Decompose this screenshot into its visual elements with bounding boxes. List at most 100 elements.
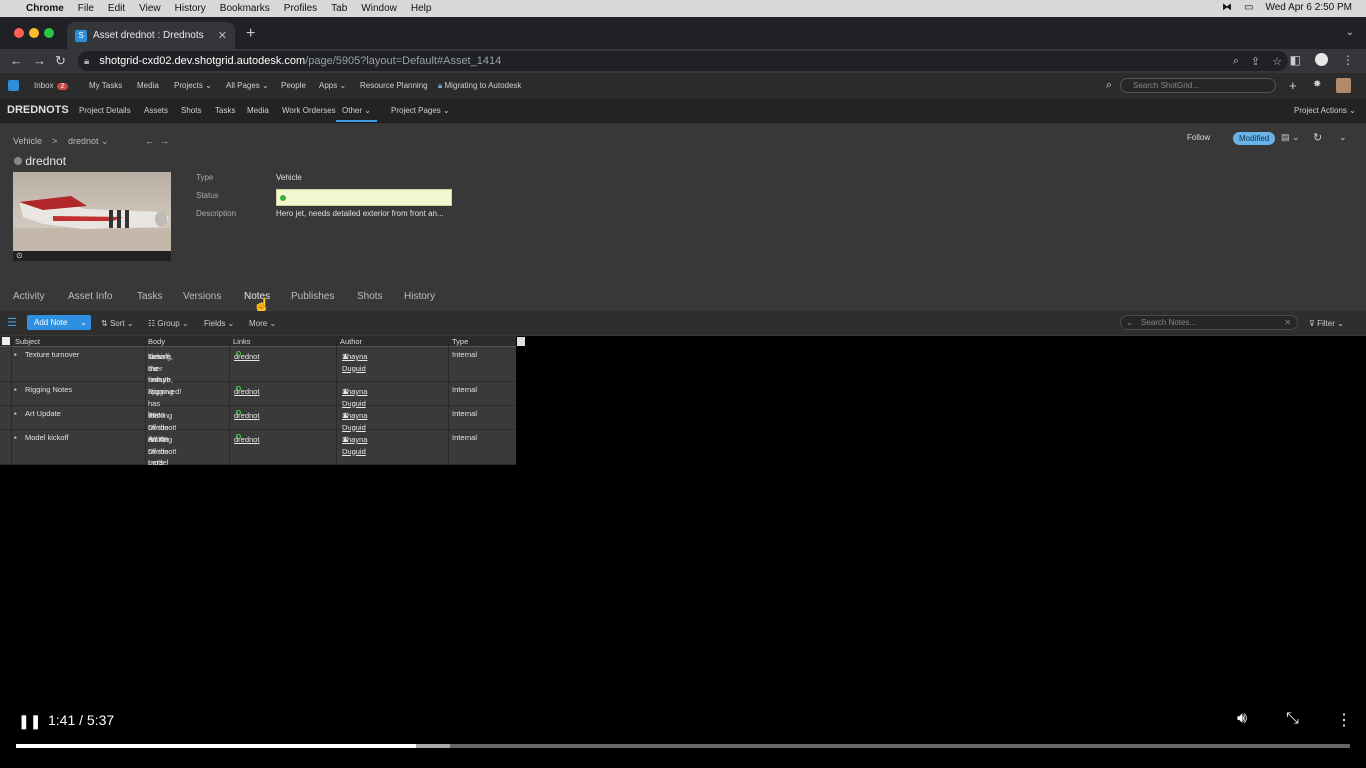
add-icon[interactable]: + (1289, 78, 1297, 93)
airplay-icon[interactable]: ⧓ (1222, 2, 1232, 13)
note-subject[interactable]: Texture turnover (25, 349, 79, 361)
note-type[interactable]: Internal (452, 408, 477, 420)
select-all-checkbox[interactable] (2, 337, 10, 345)
chevron-down-icon[interactable]: ⌄ (80, 315, 87, 330)
note-type[interactable]: Internal (452, 384, 477, 396)
lock-icon[interactable]: 🔒︎ (84, 56, 89, 67)
col-type[interactable]: Type (452, 337, 468, 346)
notifications-icon[interactable]: ✸ (1313, 79, 1321, 90)
pnav-shots[interactable]: Shots (181, 106, 201, 115)
tab-shots[interactable]: Shots (357, 291, 383, 302)
zoom-window-button[interactable] (44, 28, 54, 38)
list-view-icon[interactable]: ☰ (7, 316, 17, 329)
pnav-assets[interactable]: Assets (144, 106, 168, 115)
more-options-icon[interactable]: ⋮ (1336, 710, 1352, 730)
previous-arrow-icon[interactable]: ← (145, 136, 154, 146)
exit-fullscreen-icon[interactable]: ⤡ (1286, 710, 1299, 728)
breadcrumb-entity[interactable]: Vehicle (13, 136, 42, 146)
pnav-tasks[interactable]: Tasks (215, 106, 235, 115)
col-subject[interactable]: Subject (15, 337, 40, 346)
menu-help[interactable]: Help (411, 3, 432, 14)
clear-search-icon[interactable]: ✕ (1284, 316, 1291, 329)
pnav-project-pages[interactable]: Project Pages ⌄ (391, 106, 450, 115)
tab-publishes[interactable]: Publishes (291, 291, 334, 302)
follow-button[interactable]: Follow (1187, 133, 1210, 142)
column-config-icon[interactable] (517, 337, 525, 346)
refresh-icon[interactable]: ↻ (1313, 131, 1322, 144)
play-thumbnail-icon[interactable]: ⊙ (16, 251, 23, 260)
filter-menu[interactable]: ⊽ Filter ⌄ (1309, 319, 1344, 328)
note-type[interactable]: Internal (452, 432, 477, 444)
nav-all-pages[interactable]: All Pages ⌄ (226, 81, 269, 90)
menu-bookmarks[interactable]: Bookmarks (220, 3, 270, 14)
pnav-work-orderses[interactable]: Work Orderses (282, 106, 336, 115)
side-panel-icon[interactable]: ◧ (1290, 53, 1301, 67)
menu-window[interactable]: Window (361, 3, 397, 14)
volume-icon[interactable]: 🔊︎ (1237, 710, 1247, 728)
note-subject[interactable]: Model kickoff (25, 432, 69, 444)
global-search-input[interactable]: Search ShotGrid... (1120, 78, 1276, 93)
user-avatar[interactable] (1336, 78, 1351, 93)
status-field[interactable] (276, 189, 452, 206)
display-icon[interactable]: ▭ (1244, 2, 1253, 13)
nav-inbox[interactable]: Inbox 2 (34, 81, 69, 90)
browser-tab[interactable]: S Asset drednot : Drednots ✕ (67, 22, 235, 49)
video-progress-bar[interactable] (16, 744, 1350, 748)
table-row[interactable]: ▪ Texture turnover Dessie, It's time to k… (0, 347, 516, 384)
group-menu[interactable]: ☷ Group ⌄ (148, 319, 189, 328)
new-tab-icon[interactable]: + (246, 25, 255, 43)
menu-app[interactable]: Chrome (26, 3, 64, 14)
chrome-menu-icon[interactable]: ⋮ (1342, 53, 1354, 67)
reload-icon[interactable]: ↻ (55, 53, 66, 69)
type-value[interactable]: Vehicle (276, 173, 302, 182)
chevron-down-icon[interactable]: ⌄ (1339, 132, 1347, 143)
tab-asset-info[interactable]: Asset Info (68, 291, 112, 302)
more-menu[interactable]: More ⌄ (249, 319, 276, 328)
pnav-project-details[interactable]: Project Details (79, 106, 131, 115)
project-actions-menu[interactable]: Project Actions ⌄ (1294, 106, 1356, 115)
bookmark-star-icon[interactable]: ☆ (1272, 55, 1282, 68)
add-note-button[interactable]: Add Note ⌄ (27, 315, 91, 330)
clock[interactable]: Wed Apr 6 2:50 PM (1265, 2, 1352, 13)
table-row[interactable]: ▪ Art Update Kicking off the Art on the D… (0, 406, 516, 443)
menu-view[interactable]: View (139, 3, 161, 14)
pause-icon[interactable]: ❚❚ (18, 713, 41, 730)
tab-versions[interactable]: Versions (183, 291, 221, 302)
menu-history[interactable]: History (175, 3, 206, 14)
back-icon[interactable]: ← (10, 53, 23, 68)
chevron-down-icon[interactable]: ⌄ (1126, 316, 1133, 329)
menu-file[interactable]: File (78, 3, 94, 14)
asset-thumbnail[interactable]: ⊙ (13, 172, 171, 261)
close-window-button[interactable] (14, 28, 24, 38)
sort-menu[interactable]: ⇅ Sort ⌄ (101, 319, 134, 328)
table-row[interactable]: ▪ Model kickoff Kicking off the model on … (0, 430, 516, 467)
breadcrumb-asset[interactable]: drednot ⌄ (68, 136, 109, 147)
tab-tasks[interactable]: Tasks (137, 291, 163, 302)
nav-projects[interactable]: Projects ⌄ (174, 81, 212, 90)
fields-menu[interactable]: Fields ⌄ (204, 319, 234, 328)
search-icon[interactable]: ⌕ (1106, 79, 1112, 92)
nav-media[interactable]: Media (137, 81, 159, 90)
pnav-media[interactable]: Media (247, 106, 269, 115)
tab-history[interactable]: History (404, 291, 435, 302)
project-name[interactable]: DREDNOTS (7, 104, 69, 116)
nav-apps[interactable]: Apps ⌄ (319, 81, 346, 90)
modified-badge[interactable]: Modified (1233, 132, 1276, 145)
nav-people[interactable]: People (281, 81, 306, 90)
notes-search-input[interactable]: ⌄ Search Notes... ✕ (1120, 315, 1298, 330)
nav-resource-planning[interactable]: Resource Planning (360, 81, 428, 90)
table-row[interactable]: ▪ Rigging Notes Rigging has been approved… (0, 382, 516, 419)
nav-my-tasks[interactable]: My Tasks (89, 81, 122, 90)
tab-activity[interactable]: Activity (13, 291, 45, 302)
zoom-icon[interactable]: ⌕ (1233, 55, 1239, 68)
menu-profiles[interactable]: Profiles (284, 3, 317, 14)
pnav-other[interactable]: Other ⌄ (336, 106, 377, 122)
note-subject[interactable]: Art Update (25, 408, 61, 420)
shotgrid-logo-icon[interactable] (8, 80, 19, 91)
note-type[interactable]: Internal (452, 349, 477, 361)
menu-tab[interactable]: Tab (331, 3, 347, 14)
share-icon[interactable]: ⇪ (1251, 55, 1260, 68)
forward-icon[interactable]: → (33, 53, 46, 68)
document-icon[interactable]: ▤ ⌄ (1281, 132, 1300, 143)
col-body[interactable]: Body (148, 337, 165, 346)
